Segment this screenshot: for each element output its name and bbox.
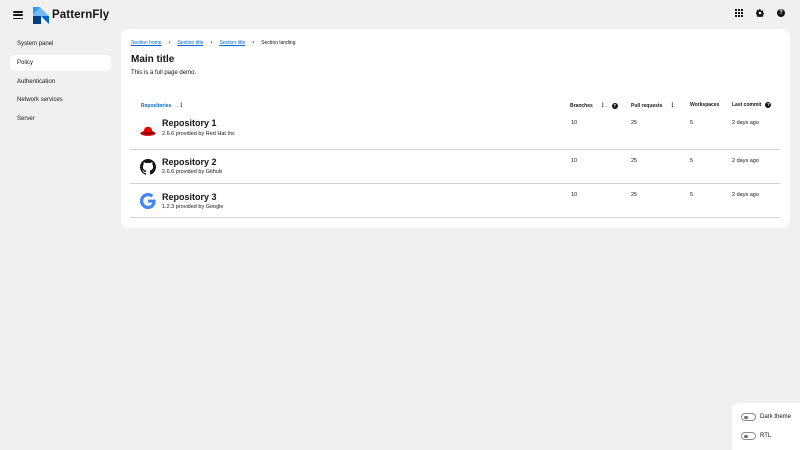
dark-theme-toggle[interactable]: Dark theme xyxy=(741,413,791,421)
page-description: This is a full page demo. xyxy=(131,70,197,76)
brand-name: PatternFly xyxy=(52,9,110,21)
theme-switcher-panel: Dark theme RTL xyxy=(732,403,800,450)
kebab-icon[interactable]: ⋮ xyxy=(178,102,184,109)
chevron-right-icon: › xyxy=(210,40,213,46)
column-header-last-commit[interactable]: Last commit ? xyxy=(732,102,772,108)
masthead: PatternFly ? xyxy=(0,0,800,30)
main-card: Section home › Section title › Section t… xyxy=(121,29,790,228)
toggle-switch[interactable] xyxy=(741,413,756,421)
sidebar-item-authentication[interactable]: Authentication xyxy=(10,74,111,90)
pull-requests-cell: 25 xyxy=(631,192,638,198)
column-header-label: Repositories xyxy=(141,102,172,109)
patternfly-logo-icon xyxy=(33,6,49,24)
workspaces-cell: 5 xyxy=(690,120,694,126)
workspaces-cell: 5 xyxy=(690,158,694,164)
breadcrumb-link-section-title[interactable]: Section title xyxy=(178,40,204,46)
last-commit-cell: 2 days ago xyxy=(732,192,759,198)
sidebar-item-server[interactable]: Server xyxy=(10,111,111,127)
chevron-right-icon: › xyxy=(252,40,255,46)
column-header-workspaces[interactable]: Workspaces xyxy=(690,102,719,108)
sidebar-item-network-services[interactable]: Network services xyxy=(10,92,111,108)
repository-name[interactable]: Repository 1 xyxy=(162,118,217,128)
logo[interactable]: PatternFly xyxy=(32,6,109,24)
toggle-switch[interactable] xyxy=(741,432,756,440)
rtl-toggle[interactable]: RTL xyxy=(741,432,771,440)
toggle-label: RTL xyxy=(760,433,772,439)
masthead-tools: ? xyxy=(735,9,785,17)
google-icon xyxy=(140,193,156,209)
pull-requests-cell: 25 xyxy=(631,120,638,126)
table-row[interactable]: Repository 2 2.6.6 provided by Github 10… xyxy=(130,150,780,184)
help-icon[interactable]: ? xyxy=(765,102,772,108)
table-row[interactable]: Repository 3 1.2.3 provided by Google 10… xyxy=(130,184,780,218)
pull-requests-cell: 25 xyxy=(631,158,638,164)
branches-cell: 10 xyxy=(571,120,578,126)
breadcrumb-current: Section landing xyxy=(261,40,296,46)
repository-subtitle: 2.6.6 provided by Github xyxy=(162,169,222,175)
branches-cell: 10 xyxy=(571,192,578,198)
toggle-label: Dark theme xyxy=(760,414,792,420)
github-icon xyxy=(140,159,156,175)
column-header-label: Branches xyxy=(570,102,593,109)
breadcrumb-link-section-home[interactable]: Section home xyxy=(131,40,162,46)
menu-icon[interactable] xyxy=(12,9,24,21)
breadcrumb: Section home › Section title › Section t… xyxy=(131,40,296,46)
breadcrumb-link-section-title-2[interactable]: Section title xyxy=(219,40,245,46)
repository-name[interactable]: Repository 2 xyxy=(162,157,217,167)
repository-name[interactable]: Repository 3 xyxy=(162,192,217,202)
kebab-icon[interactable]: ⋮ xyxy=(600,102,606,109)
redhat-icon xyxy=(140,126,156,136)
table-header-row: Repositories ⋮ Branches ⋮ ? Pull request… xyxy=(130,95,780,117)
grid-icon[interactable] xyxy=(735,9,743,17)
branches-cell: 10 xyxy=(571,158,578,164)
help-icon[interactable]: ? xyxy=(777,9,785,17)
column-header-label: Workspaces xyxy=(690,102,720,108)
gear-icon[interactable] xyxy=(756,9,764,17)
repository-subtitle: 2.6.6 provided by Red Hat Inc xyxy=(162,131,235,137)
last-commit-cell: 2 days ago xyxy=(732,158,759,164)
repositories-table: Repositories ⋮ Branches ⋮ ? Pull request… xyxy=(130,95,780,218)
column-header-label: Last commit xyxy=(732,102,762,108)
help-icon[interactable]: ? xyxy=(611,102,618,109)
page-title: Main title xyxy=(131,54,175,65)
repository-subtitle: 1.2.3 provided by Google xyxy=(162,204,224,210)
sidebar-item-policy[interactable]: Policy xyxy=(10,54,111,71)
sidebar-item-system-panel[interactable]: System panel xyxy=(10,36,111,52)
chevron-right-icon: › xyxy=(168,40,171,46)
column-header-branches[interactable]: Branches ⋮ ? xyxy=(570,102,618,109)
table-row[interactable]: Repository 1 2.6.6 provided by Red Hat I… xyxy=(130,117,780,150)
column-header-label: Pull requests xyxy=(631,102,663,109)
column-header-repositories[interactable]: Repositories ⋮ xyxy=(141,102,184,110)
workspaces-cell: 5 xyxy=(690,192,694,198)
last-commit-cell: 2 days ago xyxy=(732,120,759,126)
column-header-pull-requests[interactable]: Pull requests ⋮ xyxy=(631,102,675,110)
kebab-icon[interactable]: ⋮ xyxy=(669,102,675,109)
sidebar: System panel Policy Authentication Netwo… xyxy=(10,36,111,130)
